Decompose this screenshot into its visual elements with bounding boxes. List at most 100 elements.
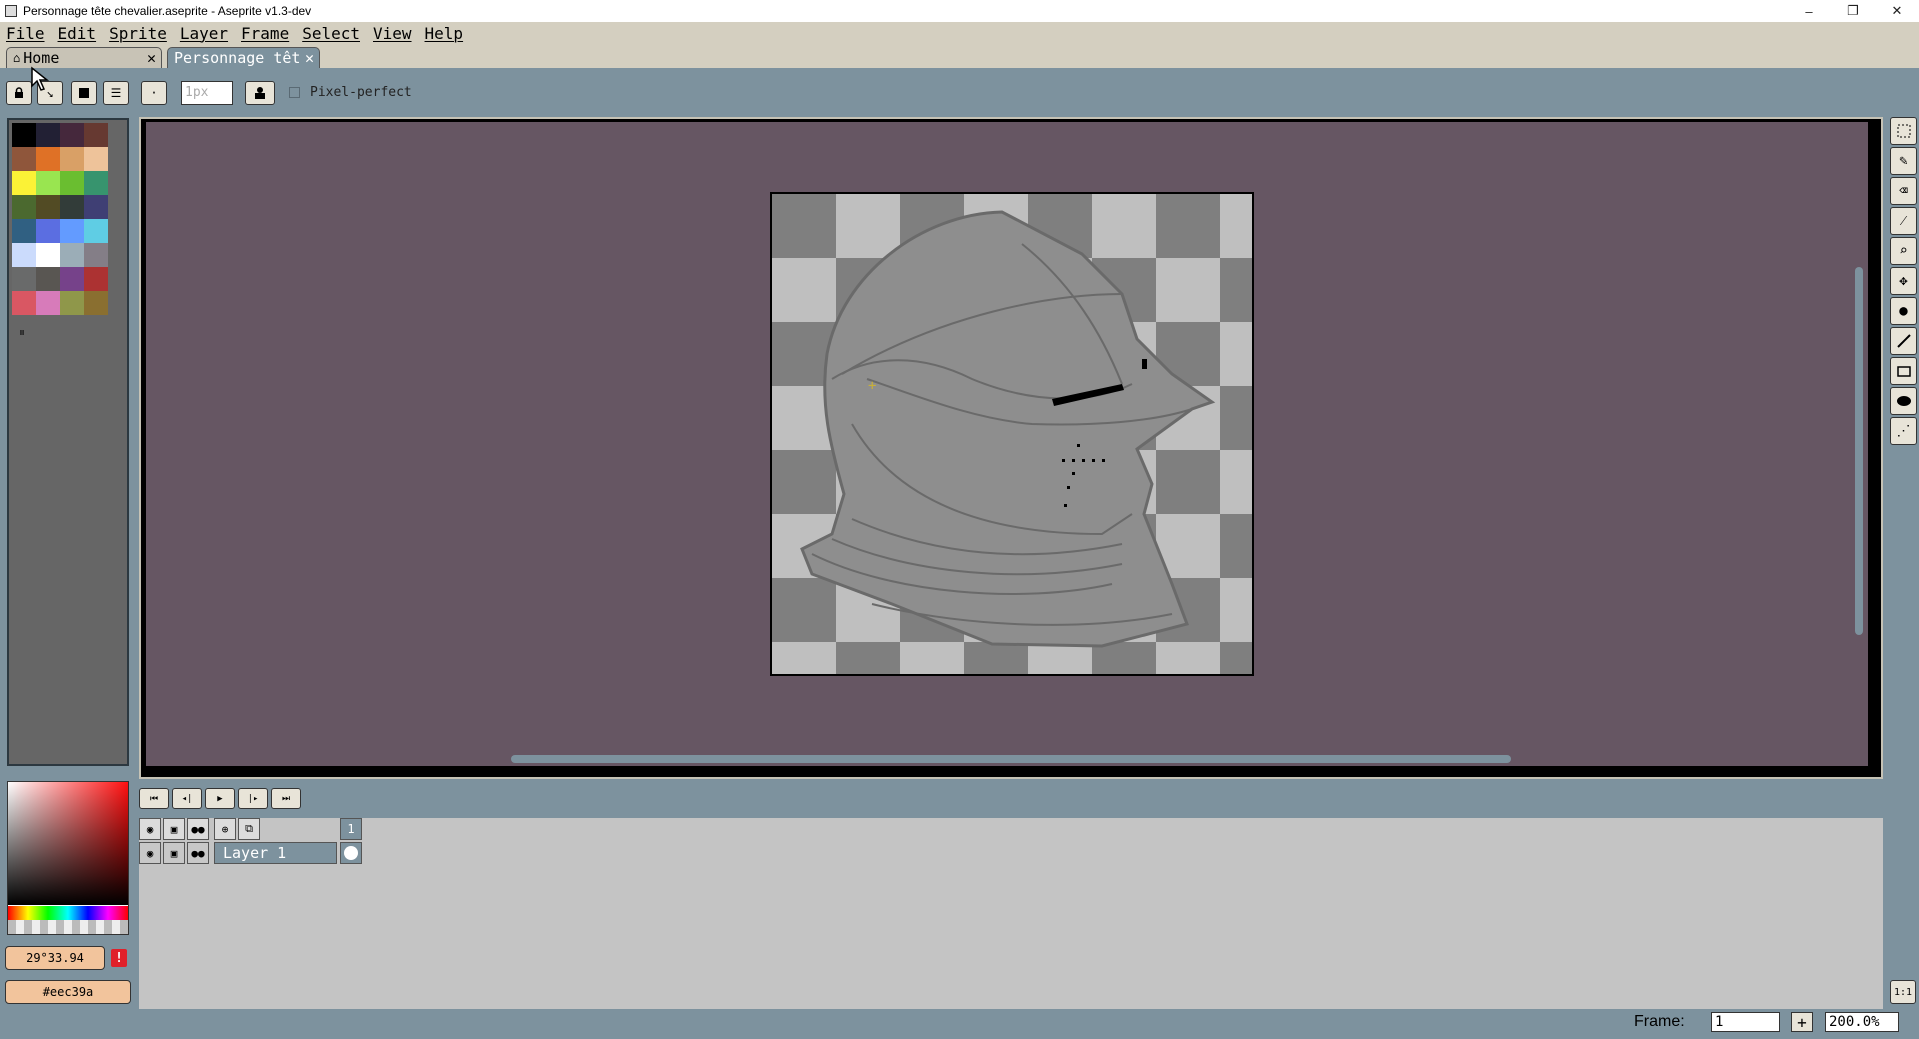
horizontal-scrollbar[interactable] — [511, 755, 1511, 763]
palette-swatch[interactable] — [60, 123, 84, 147]
first-frame-icon[interactable]: ⏮ — [139, 788, 169, 809]
layer-group-icon[interactable]: ⧉ — [238, 818, 260, 840]
brush-shape-square-icon[interactable] — [71, 81, 97, 105]
saturation-value-square[interactable] — [8, 782, 128, 905]
palette-swatch[interactable] — [84, 267, 108, 291]
ink-icon[interactable] — [245, 81, 275, 105]
paint-bucket-icon[interactable]: ● — [1890, 297, 1917, 325]
last-frame-icon[interactable]: ⏭ — [271, 788, 301, 809]
maximize-button[interactable]: ❐ — [1831, 0, 1875, 22]
palette-swatch[interactable] — [60, 291, 84, 315]
eraser-icon[interactable]: ⌫ — [1890, 177, 1917, 205]
menu-help[interactable]: Help — [425, 24, 464, 43]
palette-swatch[interactable] — [84, 147, 108, 171]
spray-icon[interactable]: ⋰ — [1890, 417, 1917, 445]
hue-slider[interactable] — [8, 906, 128, 920]
tab-document-close-icon[interactable]: ✕ — [305, 49, 314, 67]
palette-swatch[interactable] — [36, 195, 60, 219]
sprite-editor[interactable]: + — [146, 122, 1868, 766]
tab-document[interactable]: Personnage têt ✕ — [167, 47, 320, 68]
visibility-header-eye-icon[interactable]: ◉ — [139, 818, 161, 840]
color-hsv-field[interactable]: 29°33.94 — [5, 946, 105, 970]
palette-swatch[interactable] — [12, 171, 36, 195]
palette-swatch[interactable] — [12, 267, 36, 291]
previous-frame-icon[interactable]: ◂| — [172, 788, 202, 809]
palette-swatch[interactable] — [36, 243, 60, 267]
palette-swatch[interactable] — [84, 171, 108, 195]
menu-frame[interactable]: Frame — [241, 24, 289, 43]
play-icon[interactable]: ▶ — [205, 788, 235, 809]
pixel-perfect-checkbox[interactable] — [289, 87, 300, 98]
palette-swatch[interactable] — [36, 123, 60, 147]
vertical-scrollbar[interactable] — [1855, 267, 1863, 635]
zoom-reset-button[interactable]: 1:1 — [1890, 980, 1916, 1004]
lock-icon[interactable] — [6, 81, 32, 105]
frame-input[interactable]: 1 — [1711, 1012, 1780, 1032]
add-frame-button[interactable]: + — [1791, 1012, 1813, 1032]
palette-swatch[interactable] — [36, 171, 60, 195]
brush-preview-icon[interactable]: · — [141, 81, 167, 105]
palette-swatch[interactable] — [60, 171, 84, 195]
continuous-header-icon[interactable]: ●● — [187, 818, 209, 840]
color-picker — [7, 781, 129, 935]
palette-swatch[interactable] — [12, 219, 36, 243]
brush-options-icon[interactable]: ☰ — [103, 81, 129, 105]
palette-swatch[interactable] — [84, 243, 108, 267]
menu-file[interactable]: File — [6, 24, 45, 43]
tab-home[interactable]: ⌂ Home ✕ — [6, 47, 162, 68]
palette-swatch[interactable] — [84, 219, 108, 243]
palette-swatch[interactable] — [12, 195, 36, 219]
line-icon[interactable] — [1890, 327, 1917, 355]
layer-continuous-icon[interactable]: ●● — [187, 842, 209, 864]
palette-swatch[interactable] — [12, 291, 36, 315]
menu-select[interactable]: Select — [302, 24, 360, 43]
menu-sprite[interactable]: Sprite — [109, 24, 167, 43]
color-hex-field[interactable]: #eec39a — [5, 980, 131, 1004]
layer-row-layer1[interactable]: Layer 1 — [214, 842, 337, 864]
palette-swatch[interactable] — [60, 147, 84, 171]
palette-swatch[interactable] — [84, 123, 108, 147]
onion-skin-icon[interactable]: ⊕ — [214, 818, 236, 840]
palette-swatch[interactable] — [60, 195, 84, 219]
layer-visibility-eye-icon[interactable]: ◉ — [139, 842, 161, 864]
palette-swatch[interactable] — [36, 267, 60, 291]
alpha-slider[interactable] — [8, 920, 128, 934]
rectangular-marquee-icon[interactable] — [1890, 117, 1917, 145]
sprite-canvas[interactable]: + — [770, 192, 1254, 676]
palette-swatch[interactable] — [60, 267, 84, 291]
palette-swatch[interactable] — [36, 291, 60, 315]
palette-swatch[interactable] — [60, 243, 84, 267]
palette-swatch[interactable] — [36, 219, 60, 243]
palette-swatch[interactable] — [12, 123, 36, 147]
palette-swatch[interactable] — [84, 291, 108, 315]
pencil-icon[interactable]: ✎ — [1890, 147, 1917, 175]
zoom-icon[interactable]: ⌕ — [1890, 237, 1917, 265]
tab-home-close-icon[interactable]: ✕ — [147, 49, 156, 67]
palette-swatch[interactable] — [12, 243, 36, 267]
palette-swatch[interactable] — [36, 147, 60, 171]
brush-size-input[interactable]: 1px — [181, 81, 233, 105]
eyedropper-icon[interactable]: ⁄ — [1890, 207, 1917, 235]
frame-header-1[interactable]: 1 — [340, 818, 362, 840]
cel-layer1-frame1[interactable] — [340, 842, 362, 864]
palette-swatch[interactable] — [12, 147, 36, 171]
playback-controls: ⏮ ◂| ▶ |▸ ⏭ — [139, 788, 304, 810]
move-icon[interactable]: ✥ — [1890, 267, 1917, 295]
lock-header-icon[interactable]: ▣ — [163, 818, 185, 840]
menu-layer[interactable]: Layer — [180, 24, 228, 43]
palette-resize-handle-icon[interactable]: ⏸ — [19, 325, 25, 340]
window-title: Personnage tête chevalier.aseprite - Ase… — [23, 4, 312, 18]
ellipse-icon[interactable] — [1890, 387, 1917, 415]
layer-lock-icon[interactable]: ▣ — [163, 842, 185, 864]
close-window-button[interactable]: ✕ — [1875, 0, 1919, 22]
menu-edit[interactable]: Edit — [58, 24, 97, 43]
rectangle-icon[interactable] — [1890, 357, 1917, 385]
menu-view[interactable]: View — [373, 24, 412, 43]
context-bar: ↘ ☰ · 1px Pixel-perfect — [0, 68, 1919, 120]
zoom-input[interactable]: 200.0% — [1825, 1012, 1899, 1032]
minimize-button[interactable]: – — [1787, 0, 1831, 22]
palette-swatch[interactable] — [60, 219, 84, 243]
next-frame-icon[interactable]: |▸ — [238, 788, 268, 809]
palette-swatch[interactable] — [84, 195, 108, 219]
warning-icon[interactable]: ! — [111, 949, 127, 967]
